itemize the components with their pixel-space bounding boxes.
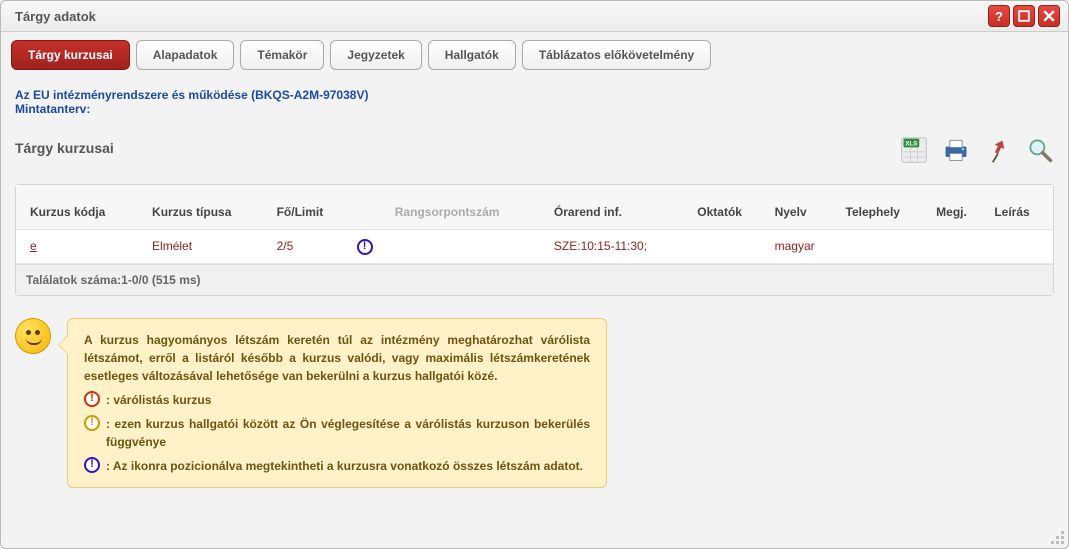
yellow-bullet-icon: ! bbox=[84, 415, 100, 431]
cell-site bbox=[840, 230, 931, 264]
hint-yellow-text: : ezen kurzus hallgatói között az Ön vég… bbox=[106, 415, 590, 451]
col-rank[interactable]: Rangsorpontszám bbox=[389, 185, 548, 230]
close-button[interactable] bbox=[1038, 5, 1060, 27]
col-limit[interactable]: Fő/Limit bbox=[271, 185, 351, 230]
cell-desc bbox=[988, 230, 1053, 264]
tab-alapadatok[interactable]: Alapadatok bbox=[136, 40, 235, 70]
resize-handle-icon[interactable] bbox=[1050, 530, 1064, 544]
help-button[interactable]: ? bbox=[988, 5, 1010, 27]
col-limit-icon bbox=[351, 185, 389, 230]
col-site[interactable]: Telephely bbox=[840, 185, 931, 230]
hint-box: A kurzus hagyományos létszám keretén túl… bbox=[67, 318, 607, 488]
courses-table-wrap: Kurzus kódja Kurzus típusa Fő/Limit Rang… bbox=[15, 184, 1054, 296]
result-summary: Találatok száma:1-0/0 (515 ms) bbox=[16, 264, 1053, 295]
toolbar-icons: XLS bbox=[900, 136, 1054, 164]
print-icon[interactable] bbox=[942, 136, 970, 164]
col-code[interactable]: Kurzus kódja bbox=[16, 185, 146, 230]
hint-red-text: : várólistás kurzus bbox=[106, 391, 590, 409]
cell-type: Elmélet bbox=[146, 230, 271, 264]
dialog-window: Tárgy adatok ? Tárgy kurzusai Alapadatok… bbox=[0, 0, 1069, 549]
tab-jegyzetek[interactable]: Jegyzetek bbox=[330, 40, 421, 70]
cell-limit: 2/5 bbox=[271, 230, 351, 264]
col-teachers[interactable]: Oktatók bbox=[691, 185, 768, 230]
col-lang[interactable]: Nyelv bbox=[769, 185, 840, 230]
mintaterv-label: Mintatanterv: bbox=[15, 102, 90, 116]
cell-schedule: SZE:10:15-11:30; bbox=[548, 230, 691, 264]
col-desc[interactable]: Leírás bbox=[988, 185, 1053, 230]
red-bullet-icon: ! bbox=[84, 391, 100, 407]
cell-note bbox=[930, 230, 988, 264]
smiley-badge bbox=[15, 318, 51, 488]
courses-table: Kurzus kódja Kurzus típusa Fő/Limit Rang… bbox=[16, 185, 1053, 264]
hint-area: A kurzus hagyományos létszám keretén túl… bbox=[15, 318, 1054, 488]
tab-hallgatok[interactable]: Hallgatók bbox=[428, 40, 516, 70]
pin-icon[interactable] bbox=[984, 136, 1012, 164]
table-header-row: Kurzus kódja Kurzus típusa Fő/Limit Rang… bbox=[16, 185, 1053, 230]
dialog-body: Az EU intézményrendszere és működése (BK… bbox=[1, 70, 1068, 548]
tab-bar: Tárgy kurzusai Alapadatok Témakör Jegyze… bbox=[1, 32, 1068, 70]
course-code-link[interactable]: e bbox=[30, 239, 37, 253]
search-icon[interactable] bbox=[1026, 136, 1054, 164]
excel-export-icon[interactable]: XLS bbox=[900, 136, 928, 164]
titlebar-controls: ? bbox=[988, 5, 1060, 27]
window-title: Tárgy adatok bbox=[15, 9, 96, 24]
subject-block: Az EU intézményrendszere és működése (BK… bbox=[15, 88, 1054, 116]
tab-targy-kurzusai[interactable]: Tárgy kurzusai bbox=[11, 40, 130, 70]
cell-lang: magyar bbox=[769, 230, 840, 264]
tab-temakor[interactable]: Témakör bbox=[240, 40, 324, 70]
blue-bullet-icon: ! bbox=[84, 457, 100, 473]
cell-limit-icon: ! bbox=[351, 230, 389, 264]
hint-arrow-icon bbox=[58, 335, 68, 355]
hint-intro: A kurzus hagyományos létszám keretén túl… bbox=[84, 331, 590, 385]
col-type[interactable]: Kurzus típusa bbox=[146, 185, 271, 230]
tab-tablazatos[interactable]: Táblázatos előkövetelmény bbox=[522, 40, 711, 70]
cell-teachers bbox=[691, 230, 768, 264]
table-row[interactable]: e Elmélet 2/5 ! SZE:10:15-11:30; magyar bbox=[16, 230, 1053, 264]
section-title: Tárgy kurzusai XLS bbox=[15, 140, 1054, 156]
hint-blue-text: : Az ikonra pozicionálva megtekintheti a… bbox=[106, 457, 590, 475]
svg-text:XLS: XLS bbox=[905, 141, 917, 148]
section-title-label: Tárgy kurzusai bbox=[15, 140, 114, 156]
subject-link[interactable]: Az EU intézményrendszere és működése (BK… bbox=[15, 88, 368, 102]
info-bullet-icon[interactable]: ! bbox=[357, 239, 373, 255]
col-note[interactable]: Megj. bbox=[930, 185, 988, 230]
col-schedule[interactable]: Órarend inf. bbox=[548, 185, 691, 230]
cell-rank bbox=[389, 230, 548, 264]
maximize-button[interactable] bbox=[1013, 5, 1035, 27]
smiley-icon bbox=[15, 318, 51, 354]
titlebar: Tárgy adatok ? bbox=[1, 1, 1068, 32]
